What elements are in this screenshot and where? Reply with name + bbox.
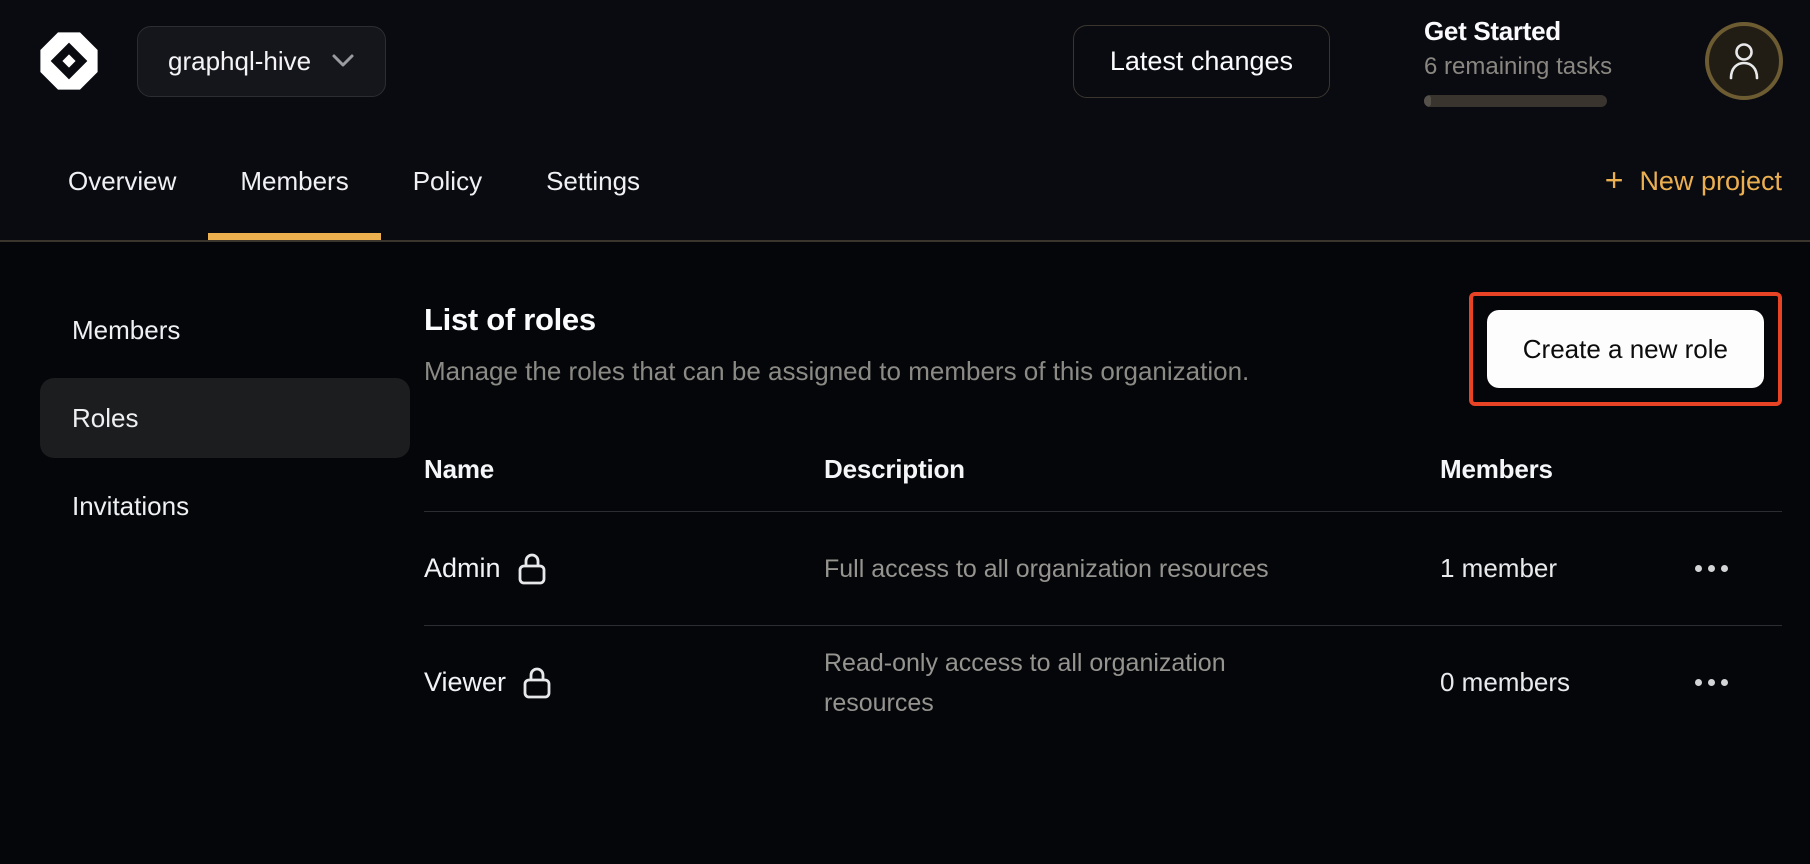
latest-changes-button[interactable]: Latest changes (1073, 25, 1330, 98)
get-started-widget[interactable]: Get Started 6 remaining tasks (1424, 16, 1609, 107)
get-started-progress-fill (1424, 95, 1431, 107)
sidebar-item-members[interactable]: Members (40, 290, 410, 370)
org-picker-button[interactable]: graphql-hive (137, 26, 386, 97)
role-description: Read-only access to all organization res… (824, 643, 1334, 723)
tab-policy-label: Policy (413, 166, 482, 197)
user-avatar[interactable] (1705, 22, 1783, 100)
roles-heading-block: List of roles Manage the roles that can … (424, 302, 1249, 387)
members-sidebar: Members Roles Invitations (0, 242, 424, 844)
annotation-highlight: Create a new role (1469, 292, 1782, 406)
roles-table-header: Name Description Members (424, 436, 1782, 511)
get-started-title: Get Started (1424, 16, 1609, 47)
role-menu-cell (1615, 669, 1782, 696)
latest-changes-label: Latest changes (1110, 46, 1293, 77)
lock-icon (522, 666, 552, 700)
sidebar-item-roles-label: Roles (72, 403, 138, 434)
hive-logo-icon[interactable] (36, 28, 102, 94)
plus-icon: + (1605, 164, 1624, 196)
app-header: graphql-hive Latest changes Get Started … (0, 0, 1810, 242)
tab-members-label: Members (240, 166, 348, 197)
table-row-admin: Admin Full access to all organization re… (424, 512, 1782, 625)
new-project-button[interactable]: + New project (1605, 122, 1782, 240)
get-started-subtitle: 6 remaining tasks (1424, 53, 1609, 81)
roles-panel-header: List of roles Manage the roles that can … (424, 302, 1782, 406)
tab-policy[interactable]: Policy (381, 122, 514, 240)
chevron-down-icon (331, 53, 355, 69)
column-header-name: Name (424, 454, 824, 485)
role-menu-cell (1615, 555, 1782, 582)
tab-overview-label: Overview (68, 166, 176, 197)
org-picker-label: graphql-hive (168, 46, 311, 77)
members-page: Members Roles Invitations List of roles … (0, 242, 1810, 844)
tabs: Overview Members Policy Settings (36, 122, 672, 240)
sidebar-item-roles[interactable]: Roles (40, 378, 410, 458)
user-icon (1727, 42, 1761, 80)
lock-icon (517, 552, 547, 586)
ellipsis-menu-icon[interactable] (1691, 555, 1732, 582)
table-row-viewer: Viewer Read-only access to all organizat… (424, 626, 1782, 739)
tab-members[interactable]: Members (208, 122, 380, 240)
role-description: Full access to all organization resource… (824, 549, 1334, 589)
new-project-label: New project (1639, 166, 1782, 197)
page-title: List of roles (424, 302, 1249, 338)
role-name-viewer: Viewer (424, 667, 506, 698)
column-header-members: Members (1440, 454, 1615, 485)
tab-settings-label: Settings (546, 166, 640, 197)
tab-overview[interactable]: Overview (36, 122, 208, 240)
role-member-count: 1 member (1440, 553, 1615, 584)
page-subtitle: Manage the roles that can be assigned to… (424, 356, 1249, 387)
get-started-progress-bar (1424, 95, 1607, 107)
column-header-description: Description (824, 454, 1440, 485)
ellipsis-menu-icon[interactable] (1691, 669, 1732, 696)
role-name-admin: Admin (424, 553, 501, 584)
top-bar: graphql-hive Latest changes Get Started … (0, 0, 1810, 122)
role-name-cell: Viewer (424, 666, 824, 700)
create-new-role-label: Create a new role (1523, 334, 1728, 365)
tab-settings[interactable]: Settings (514, 122, 672, 240)
role-name-cell: Admin (424, 552, 824, 586)
sidebar-item-invitations-label: Invitations (72, 491, 189, 522)
org-tab-bar: Overview Members Policy Settings + New p… (0, 122, 1810, 240)
sidebar-item-members-label: Members (72, 315, 180, 346)
create-new-role-button[interactable]: Create a new role (1487, 310, 1764, 388)
sidebar-item-invitations[interactable]: Invitations (40, 466, 410, 546)
role-member-count: 0 members (1440, 667, 1615, 698)
roles-table: Name Description Members Admin Full acce… (424, 436, 1782, 739)
roles-panel: List of roles Manage the roles that can … (424, 242, 1810, 844)
tabrow-spacer (672, 122, 1605, 240)
